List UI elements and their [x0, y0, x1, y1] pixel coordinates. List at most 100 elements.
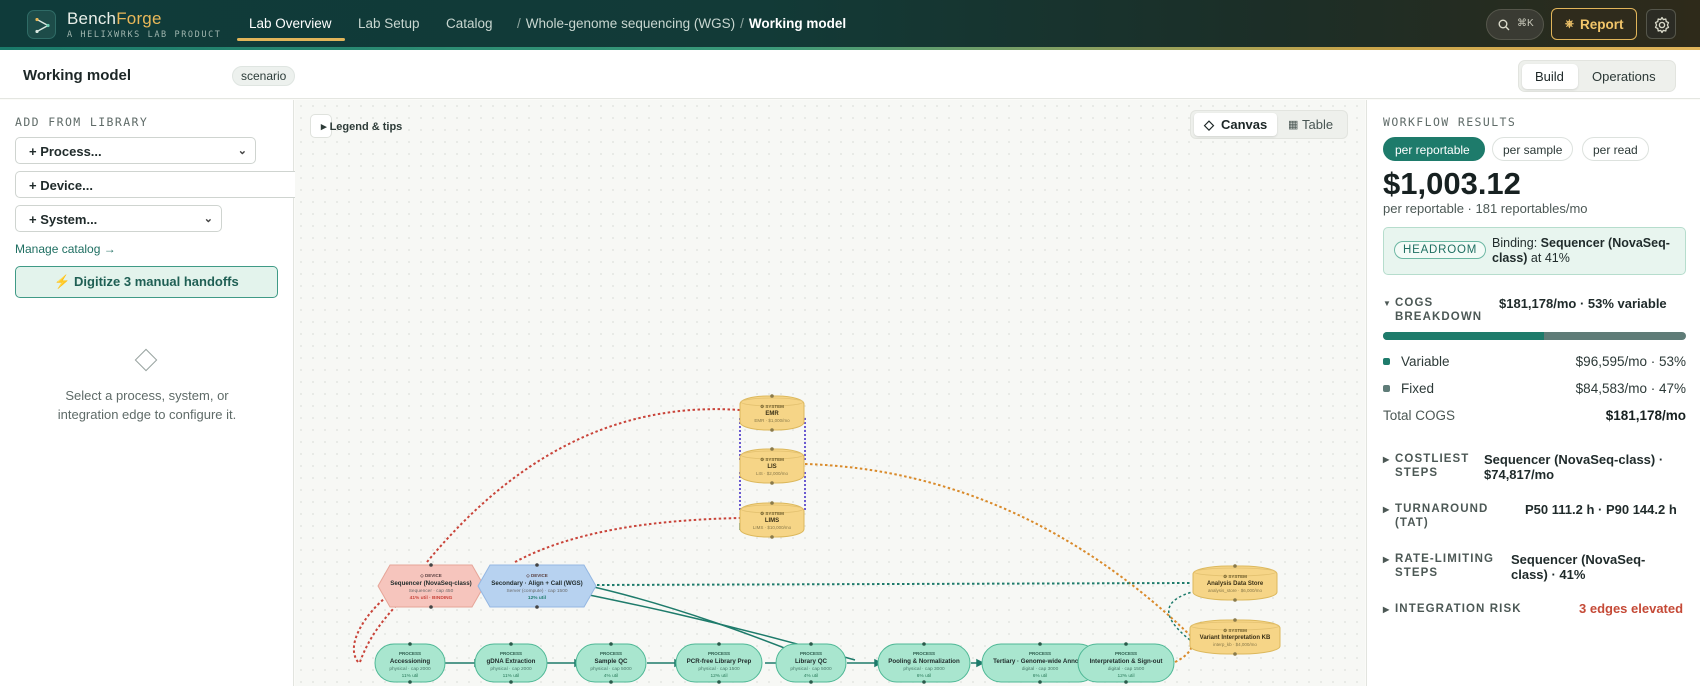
node-port[interactable]: [609, 680, 613, 684]
settings-button[interactable]: [1646, 9, 1676, 39]
digitize-handoffs-button[interactable]: ⚡ Digitize 3 manual handoffs: [15, 266, 278, 298]
process-name: gDNA Extraction: [487, 658, 536, 665]
process-kind: PROCESS: [1115, 651, 1137, 656]
manage-catalog-link[interactable]: Manage catalog →: [15, 242, 116, 256]
breadcrumb: / Whole-genome sequencing (WGS) / Working m…: [517, 16, 847, 31]
process-node[interactable]: PROCESS PCR-free Library Prepphysical · c…: [675, 642, 763, 684]
system-kind: ⚙ SYSTEM: [1223, 574, 1247, 579]
process-node[interactable]: PROCESS Library QCphysical · cap 50004% u…: [775, 642, 847, 684]
node-port[interactable]: [809, 642, 813, 646]
system-node[interactable]: ⚙ SYSTEM LIMSLIMS · $10,000/mo: [739, 501, 805, 539]
process-name: Pooling & Normalization: [888, 658, 960, 665]
node-port[interactable]: [717, 680, 721, 684]
turnaround-toggle[interactable]: ▶ TURNAROUND (TAT): [1383, 502, 1503, 529]
process-detail: physical · cap 2000: [490, 666, 532, 672]
process-kind: PROCESS: [913, 651, 935, 656]
tab-lab-setup[interactable]: Lab Setup: [358, 16, 420, 31]
system-kind: ⚙ SYSTEM: [760, 457, 784, 462]
node-port[interactable]: [717, 642, 721, 646]
unit-per-read[interactable]: per read: [1582, 137, 1649, 161]
system-node[interactable]: ⚙ SYSTEM Analysis Data Storeanalysis_stor…: [1192, 564, 1278, 602]
node-port[interactable]: [408, 680, 412, 684]
process-node[interactable]: PROCESS gDNA Extractionphysical · cap 200…: [474, 642, 548, 684]
empty-selection-text: Select a process, system, or integration…: [57, 388, 237, 422]
process-name: Tertiary · Genome-wide Annot…: [993, 658, 1087, 665]
node-port[interactable]: [770, 501, 774, 505]
node-port[interactable]: [609, 642, 613, 646]
rate-limiting-value: Sequencer (NovaSeq-class) · 41%: [1511, 552, 1646, 582]
process-kind: PROCESS: [399, 651, 421, 656]
system-detail: interp_kb · $4,000/mo: [1213, 642, 1257, 647]
node-port[interactable]: [922, 680, 926, 684]
mode-operations-button[interactable]: Operations: [1581, 64, 1673, 89]
mode-build-button[interactable]: Build: [1522, 64, 1578, 89]
node-port[interactable]: [1233, 652, 1237, 656]
workflow-canvas[interactable]: ⚙ SYSTEM EMR EMR · $1,000/mo ⚙ SYSTEM LIS LIS…: [295, 100, 1365, 686]
tab-lab-overview[interactable]: Lab Overview: [249, 16, 332, 31]
node-port[interactable]: [535, 605, 539, 609]
integration-risk-toggle[interactable]: ▶ INTEGRATION RISK: [1383, 602, 1563, 617]
device-node[interactable]: ◇ DEVICE Secondary · Align + Call (WGS)Se…: [477, 563, 597, 609]
node-port[interactable]: [770, 535, 774, 539]
process-util: 12% util: [710, 673, 727, 679]
device-util: 12% util: [528, 595, 546, 601]
unit-per-sample[interactable]: per sample: [1492, 137, 1573, 161]
node-port[interactable]: [1124, 642, 1128, 646]
node-port[interactable]: [1233, 564, 1237, 568]
page-title: Working model: [23, 67, 132, 84]
cogs-variable-bar: [1383, 332, 1686, 340]
add-process-select[interactable]: + Process... ⌄: [15, 137, 256, 164]
legend-tips-button[interactable]: ▸ Legend & tips: [310, 114, 402, 138]
node-port[interactable]: [509, 680, 513, 684]
node-port[interactable]: [429, 605, 433, 609]
system-node[interactable]: ⚙ SYSTEM LISLIS · $2,000/mo: [739, 447, 805, 485]
node-port[interactable]: [1038, 680, 1042, 684]
app-logo[interactable]: [27, 10, 56, 39]
system-kind: ⚙ SYSTEM: [760, 511, 784, 516]
process-util: 4% util: [804, 673, 818, 679]
workflow-results-panel: WORKFLOW RESULTS per reportable per samp…: [1366, 100, 1700, 686]
node-port[interactable]: [429, 563, 433, 567]
brand-subtitle: A HELIXWRKS LAB PRODUCT: [67, 30, 222, 40]
process-kind: PROCESS: [708, 651, 730, 656]
add-device-input[interactable]: + Device...: [15, 171, 295, 198]
node-port[interactable]: [535, 563, 539, 567]
node-port[interactable]: [1124, 680, 1128, 684]
node-port[interactable]: [809, 680, 813, 684]
triangle-right-icon: ▶: [1383, 455, 1391, 464]
unit-per-reportable[interactable]: per reportable: [1383, 137, 1485, 161]
device-name: Sequencer (NovaSeq-class): [390, 580, 472, 587]
system-kind: ⚙ SYSTEM: [1223, 628, 1247, 633]
cogs-breakdown-toggle[interactable]: ▼ COGS BREAKDOWN: [1383, 296, 1493, 323]
process-node[interactable]: PROCESS Accessioningphysical · cap 200011…: [374, 642, 446, 684]
graph-nodes[interactable]: ⚙ SYSTEM EMREMR · $1,000/mo ⚙ SYSTEM LISLIS…: [374, 394, 1281, 684]
chevron-down-icon: ⌄: [237, 145, 247, 157]
process-util: 4% util: [604, 673, 618, 679]
system-node[interactable]: ⚙ SYSTEM Variant Interpretation KBinterp_…: [1189, 618, 1281, 656]
node-port[interactable]: [770, 394, 774, 398]
node-port[interactable]: [770, 447, 774, 451]
rate-limiting-toggle[interactable]: ▶ RATE-LIMITING STEPS: [1383, 552, 1513, 579]
node-port[interactable]: [1038, 642, 1042, 646]
costliest-steps-toggle[interactable]: ▶ COSTLIEST STEPS: [1383, 452, 1483, 479]
node-port[interactable]: [1233, 598, 1237, 602]
node-port[interactable]: [1233, 618, 1237, 622]
breadcrumb-project[interactable]: Whole-genome sequencing (WGS): [526, 16, 735, 31]
workflow-graph[interactable]: ⚙ SYSTEM EMREMR · $1,000/mo ⚙ SYSTEM LISLIS…: [295, 100, 1365, 686]
node-port[interactable]: [922, 642, 926, 646]
tab-catalog[interactable]: Catalog: [446, 16, 493, 31]
node-port[interactable]: [408, 642, 412, 646]
view-table-button[interactable]: ▦ Table: [1280, 113, 1346, 136]
device-node[interactable]: ◇ DEVICE Sequencer (NovaSeq-class)Sequenc…: [377, 563, 485, 609]
process-node[interactable]: PROCESS Interpretation & Sign-outdigital …: [1077, 642, 1175, 684]
process-node[interactable]: PROCESS Sample QCphysical · cap 50004% ut…: [575, 642, 647, 684]
view-canvas-button[interactable]: ◇ Canvas: [1194, 113, 1277, 136]
search-button[interactable]: ⌘K: [1486, 9, 1544, 40]
system-node[interactable]: ⚙ SYSTEM EMREMR · $1,000/mo: [739, 394, 805, 432]
node-port[interactable]: [509, 642, 513, 646]
process-node[interactable]: PROCESS Pooling & Normalizationphysical ·…: [877, 642, 971, 684]
node-port[interactable]: [770, 481, 774, 485]
node-port[interactable]: [770, 428, 774, 432]
add-system-select[interactable]: + System... ⌄: [15, 205, 222, 232]
report-button[interactable]: ⎈ Report: [1551, 8, 1637, 40]
